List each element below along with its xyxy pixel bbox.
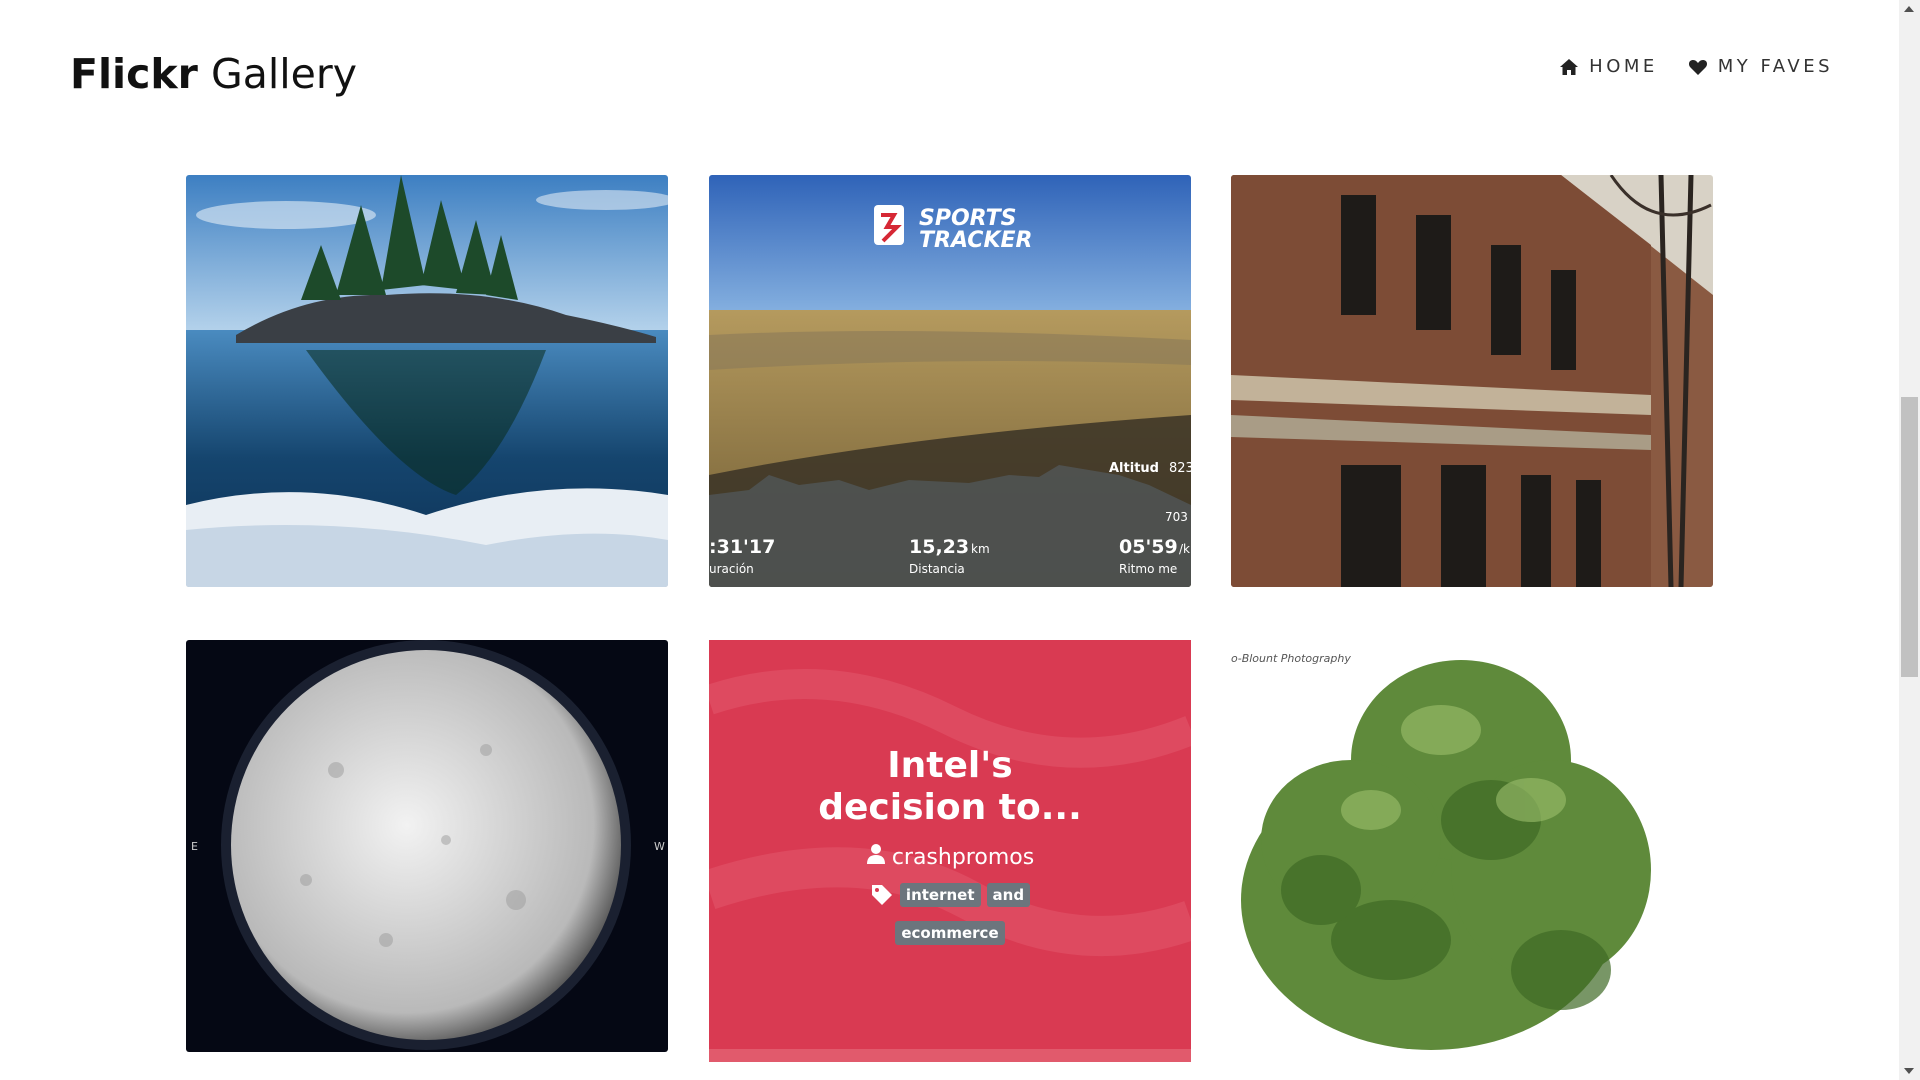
post-username: crashpromos: [891, 844, 1035, 870]
duration-label: uración: [709, 562, 754, 576]
pace-label: Ritmo me: [1119, 562, 1177, 576]
old-building-photo[interactable]: [1231, 175, 1713, 587]
scroll-up-arrow-icon[interactable]: [1904, 6, 1914, 12]
distance-label: Distancia: [909, 562, 965, 576]
alt-high: 823: [1169, 461, 1191, 476]
pace-unit: /k: [1179, 542, 1190, 556]
scrollbar[interactable]: [1899, 0, 1920, 1080]
nav-faves-label: MY FAVES: [1717, 56, 1833, 77]
nav-home-label: HOME: [1589, 56, 1658, 77]
distance: 15,23: [909, 536, 969, 558]
distance-unit: km: [971, 542, 990, 556]
scroll-thumb[interactable]: [1901, 397, 1918, 677]
duration: :31'17: [709, 536, 775, 558]
tag[interactable]: internet: [899, 883, 981, 907]
heart-icon: [1688, 57, 1708, 77]
site-logo[interactable]: Flickr Gallery: [70, 44, 357, 104]
post-overlay: Intel's decision to... crashpromos inter…: [709, 745, 1191, 945]
sports-tracker-photo[interactable]: SPORTS TRACKER Altitud 823 703 :31'17 ur…: [709, 175, 1191, 587]
nav-my-faves[interactable]: MY FAVES: [1688, 56, 1833, 77]
tree-photo[interactable]: o-Blount Photography: [1231, 640, 1713, 1052]
lake-island-photo[interactable]: [186, 175, 668, 587]
watermark-text: o-Blount Photography: [1231, 652, 1351, 665]
tag[interactable]: ecommerce: [895, 921, 1005, 945]
card-bottom-bar: [709, 1049, 1191, 1062]
post-user[interactable]: crashpromos: [866, 843, 1034, 871]
tag[interactable]: and: [986, 883, 1031, 907]
home-icon: [1559, 57, 1579, 77]
sports-tracker-logo-icon: [874, 205, 904, 245]
tag-icon: [870, 883, 894, 907]
east-label: E: [191, 840, 198, 853]
user-icon: [866, 843, 886, 871]
nav-home[interactable]: HOME: [1559, 56, 1658, 77]
moon-photo[interactable]: E W: [186, 640, 668, 1052]
brand-light: Gallery: [210, 50, 357, 98]
altitud-label: Altitud: [1109, 461, 1159, 476]
west-label: W: [654, 840, 665, 853]
brand-bold: Flickr: [70, 50, 198, 98]
pace: 05'59: [1119, 536, 1178, 558]
alt-low: 703: [1165, 510, 1188, 524]
post-title: Intel's decision to...: [818, 745, 1082, 828]
post-card[interactable]: Intel's decision to... crashpromos inter…: [709, 640, 1191, 1062]
logo-bottom: TRACKER: [919, 228, 1032, 253]
top-nav: HOME MY FAVES: [1559, 56, 1833, 77]
tag-list: internet and ecommerce: [850, 883, 1050, 945]
scroll-down-arrow-icon[interactable]: [1904, 1068, 1914, 1074]
